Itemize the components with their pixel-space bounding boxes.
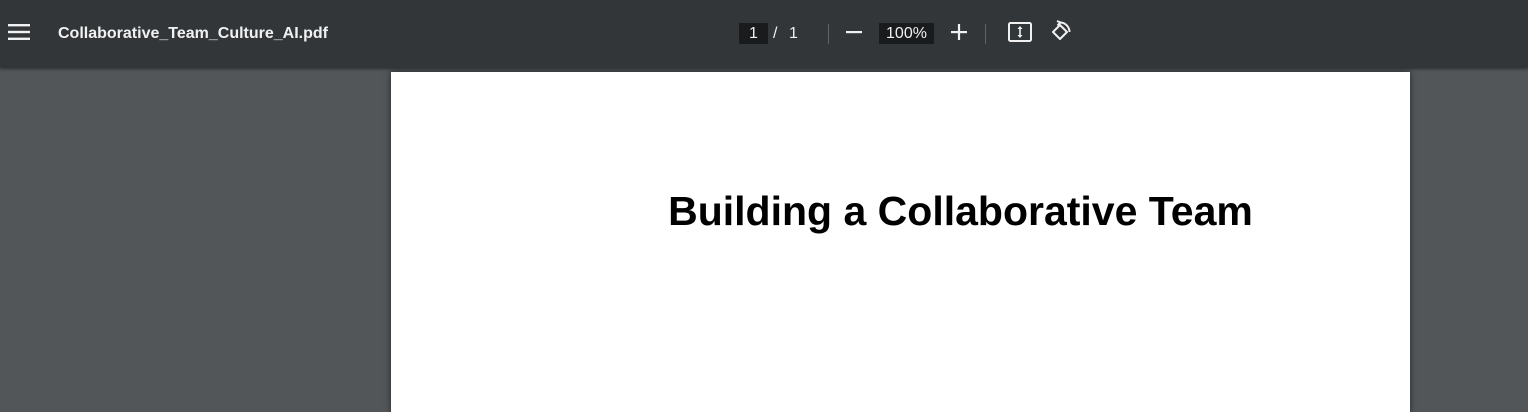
toolbar-divider <box>985 24 986 44</box>
minus-icon <box>846 24 862 45</box>
zoom-level-input[interactable] <box>879 23 934 44</box>
document-filename: Collaborative_Team_Culture_AI.pdf <box>58 25 328 42</box>
rotate-icon <box>1048 19 1072 49</box>
menu-icon <box>8 23 30 46</box>
pdf-toolbar: Collaborative_Team_Culture_AI.pdf / 1 <box>0 0 1528 68</box>
plus-icon <box>951 23 967 45</box>
menu-button[interactable] <box>4 17 34 51</box>
toolbar-divider <box>828 24 829 44</box>
document-title: Building a Collaborative Team <box>668 188 1253 234</box>
page-separator: / <box>773 25 778 42</box>
page-number-input[interactable] <box>739 23 768 44</box>
fit-to-page-button[interactable] <box>1005 19 1035 49</box>
zoom-out-button[interactable] <box>839 19 869 49</box>
total-pages: 1 <box>789 25 798 42</box>
document-viewer[interactable]: Building a Collaborative Team <box>0 68 1528 412</box>
zoom-in-button[interactable] <box>944 19 974 49</box>
rotate-button[interactable] <box>1045 19 1075 49</box>
fit-to-page-icon <box>1008 21 1032 47</box>
pdf-page: Building a Collaborative Team <box>391 72 1410 412</box>
